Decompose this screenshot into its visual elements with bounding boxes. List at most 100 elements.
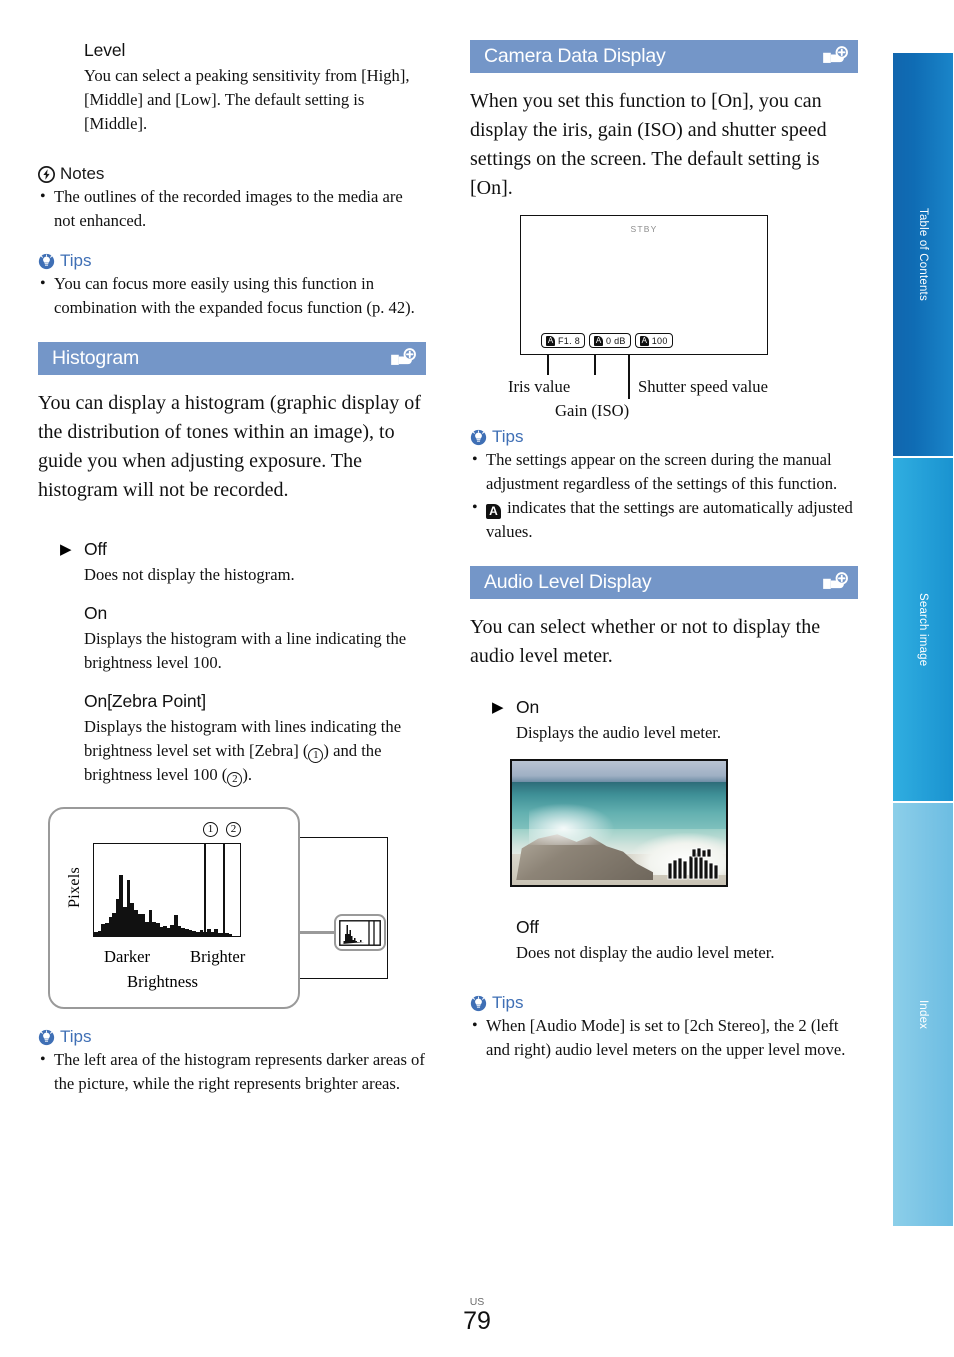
tips-label: Tips — [492, 993, 524, 1012]
section-header-camera-data-display[interactable]: Camera Data Display — [470, 40, 858, 73]
audio-level-photo — [510, 759, 728, 887]
list-item: You can focus more easily using this fun… — [38, 272, 426, 320]
option-on: On Displays the histogram with a line in… — [84, 603, 426, 675]
left-column: Level You can select a peaking sensitivi… — [38, 40, 426, 1096]
camera-screen: STBY A F1. 8 A 0 dB A 100 — [520, 215, 768, 355]
list-item: The outlines of the recorded images to t… — [38, 185, 426, 233]
sidebar-tab-index[interactable]: Index — [892, 802, 954, 1227]
auto-a-icon: A — [546, 335, 555, 346]
option-desc: Displays the audio level meter. — [516, 723, 722, 742]
tips-histogram-list: The left area of the histogram represent… — [38, 1048, 426, 1096]
option-desc: Displays the histogram with a line indic… — [84, 629, 407, 672]
camera-screen-figure: STBY A F1. 8 A 0 dB A 100 Iris value Shu… — [470, 209, 858, 420]
audio-level-intro: You can select whether or not to display… — [470, 616, 821, 667]
level-block: Level You can select a peaking sensitivi… — [84, 40, 426, 136]
section-title: Histogram — [52, 347, 140, 369]
option-name: Off — [516, 917, 539, 937]
option-name: On[Zebra Point] — [84, 691, 207, 711]
list-item: The left area of the histogram represent… — [38, 1048, 426, 1096]
circled-number-2: 2 — [227, 772, 243, 787]
selected-arrow-icon: ▶ — [492, 700, 504, 716]
level-body: You can select a peaking sensitivity fro… — [84, 66, 410, 133]
tips-label: Tips — [60, 1027, 92, 1046]
section-title: Camera Data Display — [484, 45, 666, 67]
list-item-text: indicates that the settings are automati… — [486, 498, 853, 541]
figure-marker-1: 1 — [203, 819, 218, 837]
camera-setting-badges: A F1. 8 A 0 dB A 100 — [541, 333, 673, 348]
histogram-thumbnail — [334, 914, 386, 951]
tips-camera-data-list: The settings appear on the screen during… — [470, 448, 858, 544]
section-header-histogram[interactable]: Histogram — [38, 342, 426, 375]
histogram-plot-wrap — [93, 843, 241, 937]
callout-gain: Gain (ISO) — [555, 401, 630, 420]
tips-bulb-icon — [38, 253, 55, 269]
gain-value: 0 dB — [606, 335, 626, 346]
iris-badge: A F1. 8 — [541, 333, 586, 348]
histogram-intro: You can display a histogram (graphic dis… — [38, 392, 421, 501]
option-off: ▶ Off Does not display the histogram. — [60, 539, 426, 587]
leader-line-shutter — [628, 355, 630, 375]
histogram-bars — [94, 844, 240, 936]
callout-iris: Iris value — [508, 377, 571, 396]
tips-bulb-icon — [38, 1029, 55, 1045]
option-desc: Displays the histogram with lines indica… — [84, 715, 426, 787]
shutter-speed-value: 100 — [651, 335, 668, 346]
sidebar-tab-label: Index — [917, 999, 929, 1030]
option-name: On — [516, 697, 540, 717]
photo-sky — [512, 761, 726, 783]
notes-bolt-icon — [38, 165, 55, 183]
sidebar-tab-table-of-contents[interactable]: Table of Contents — [892, 52, 954, 457]
tips-label: Tips — [60, 251, 92, 270]
audio-option-off: Off Does not display the audio level met… — [516, 917, 858, 965]
audio-option-on: ▶ On Displays the audio level meter. — [492, 697, 858, 745]
status-badge: STBY — [630, 224, 658, 234]
right-column: Camera Data Display When you set this fu… — [470, 40, 858, 1062]
page-footer: US 79 — [0, 1297, 954, 1335]
sidebar-tabs: Table of Contents Search image Index — [892, 52, 954, 1227]
auto-a-icon: A — [594, 335, 604, 346]
notes-header: Notes — [38, 164, 426, 184]
histogram-x-right-label: Brighter — [190, 947, 246, 966]
auto-a-icon: A — [486, 504, 501, 519]
histogram-plot — [93, 843, 241, 937]
tips-label: Tips — [492, 427, 524, 446]
option-on-zebra-point: On[Zebra Point] Displays the histogram w… — [84, 691, 426, 787]
tips-bulb-icon — [470, 429, 487, 445]
tips-peaking-list: You can focus more easily using this fun… — [38, 272, 426, 320]
leader-divider — [628, 375, 630, 399]
section-header-audio-level-display[interactable]: Audio Level Display — [470, 566, 858, 599]
histogram-level100-line — [223, 844, 225, 936]
tips-audio-list: When [Audio Mode] is set to [2ch Stereo]… — [470, 1014, 858, 1062]
sidebar-tab-search-image[interactable]: Search image — [892, 457, 954, 802]
menu-card-plus-icon — [823, 571, 848, 589]
list-item: The settings appear on the screen during… — [470, 448, 858, 496]
section-title: Audio Level Display — [484, 571, 652, 593]
option-desc-post: ). — [242, 765, 253, 784]
leader-line-iris — [547, 355, 549, 375]
histogram-thumbnail-icon — [339, 919, 381, 946]
list-item: A indicates that the settings are automa… — [470, 496, 858, 544]
camera-data-intro: When you set this function to [On], you … — [470, 90, 827, 199]
histogram-x-axis-label: Brightness — [127, 972, 198, 991]
histogram-figure: 1 2 Pixels Darker Brighter Brightness — [38, 801, 418, 1013]
tips-audio-header: Tips — [470, 993, 858, 1013]
auto-a-icon: A — [639, 335, 649, 346]
audio-level-meter-icon — [667, 847, 719, 880]
menu-card-plus-icon — [823, 45, 848, 63]
option-desc: Does not display the histogram. — [84, 565, 295, 584]
option-name: Off — [84, 539, 107, 559]
iris-value: F1. 8 — [558, 335, 581, 346]
tips-peaking-header: Tips — [38, 251, 426, 271]
circled-number-1: 1 — [308, 748, 324, 763]
selected-arrow-icon: ▶ — [60, 542, 72, 558]
menu-card-plus-icon — [391, 347, 416, 365]
notes-list: The outlines of the recorded images to t… — [38, 185, 426, 233]
histogram-y-axis-label: Pixels — [66, 867, 83, 908]
option-name: On — [84, 603, 108, 623]
tips-camera-data-header: Tips — [470, 427, 858, 447]
photo-splash — [529, 803, 615, 846]
sidebar-tab-label: Table of Contents — [917, 208, 929, 301]
list-item: When [Audio Mode] is set to [2ch Stereo]… — [470, 1014, 858, 1062]
histogram-x-left-label: Darker — [104, 947, 151, 966]
page-number: 79 — [463, 1307, 491, 1335]
